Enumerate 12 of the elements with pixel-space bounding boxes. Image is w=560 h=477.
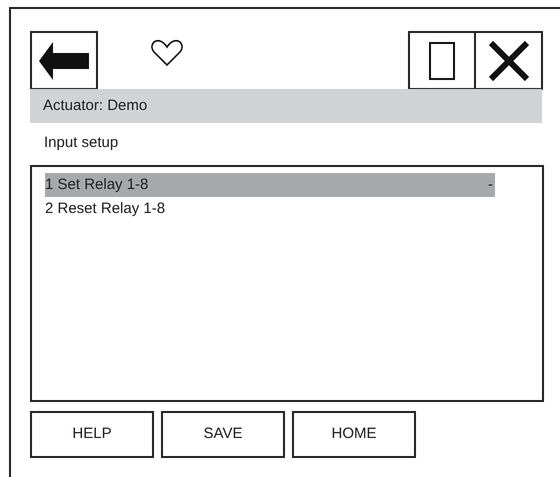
footer-button[interactable]: HELP [30,411,154,458]
list-item[interactable]: 2 Reset Relay 1-8 [45,197,495,221]
section-label: Input setup [43,133,120,153]
back-arrow-icon [39,42,89,80]
rectangle-icon [429,42,455,80]
footer-button[interactable]: SAVE [161,411,285,458]
back-button[interactable] [30,31,98,90]
heart-icon[interactable] [151,39,183,67]
close-icon [488,40,530,82]
list-item[interactable]: 1 Set Relay 1-8 - [45,173,495,197]
footer-button[interactable]: HOME [292,411,416,458]
header-title: Actuator: Demo [43,96,148,116]
